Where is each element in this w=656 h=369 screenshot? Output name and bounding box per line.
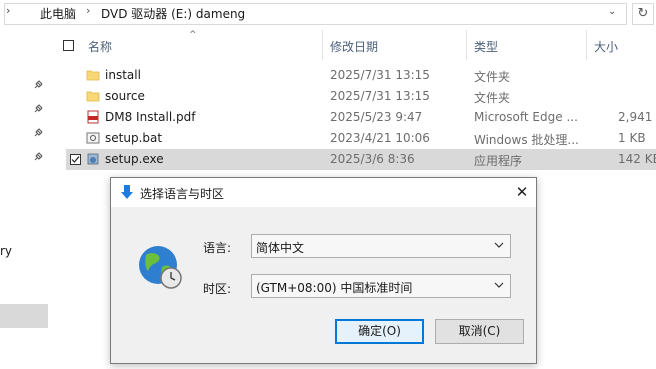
dialog-title: 选择语言与时区: [140, 187, 225, 201]
file-size: 2,941 KB: [618, 110, 656, 124]
language-timezone-dialog: 选择语言与时区 ✕ 语言: 简体中文 时区: (GTM+08:00) 中国标准时…: [110, 177, 537, 364]
folder-icon: [86, 70, 100, 81]
file-date: 2025/7/31 13:15: [330, 89, 430, 103]
file-size: 1 KB: [618, 131, 646, 145]
timezone-label: 时区:: [203, 282, 232, 296]
column-header: 名称 修改日期 类型 大小: [50, 30, 656, 60]
file-date: 2023/4/21 10:06: [330, 131, 430, 145]
file-date: 2025/7/31 13:15: [330, 68, 430, 82]
file-size: 142 KB: [618, 152, 656, 166]
globe-clock-icon: [139, 246, 182, 289]
pin-icon[interactable]: [33, 80, 43, 90]
chevron-down-icon: [494, 282, 504, 288]
file-type: 应用程序: [474, 154, 523, 168]
file-type: 文件夹: [474, 91, 511, 105]
file-type: 文件夹: [474, 70, 511, 84]
column-type[interactable]: 类型: [474, 38, 498, 55]
file-row[interactable]: DM8 Install.pdf 2025/5/23 9:47 Microsoft…: [66, 107, 656, 128]
refresh-icon: ↻: [637, 6, 649, 21]
language-select-value: 简体中文: [256, 241, 305, 255]
ok-button[interactable]: 确定(O): [335, 319, 424, 344]
file-type: Windows 批处理...: [474, 133, 579, 147]
close-icon[interactable]: ✕: [514, 184, 530, 200]
column-name[interactable]: 名称: [88, 38, 112, 55]
column-date[interactable]: 修改日期: [330, 38, 378, 55]
chevron-down-icon: [494, 242, 504, 248]
address-box[interactable]: [4, 3, 627, 25]
pdf-icon: [87, 110, 99, 124]
cancel-button[interactable]: 取消(C): [435, 319, 524, 344]
pin-icon[interactable]: [33, 152, 43, 162]
file-name[interactable]: install: [105, 68, 141, 82]
file-date: 2025/5/23 9:47: [330, 110, 423, 124]
select-all-checkbox[interactable]: [63, 40, 74, 51]
file-row[interactable]: setup.bat 2023/4/21 10:06 Windows 批处理...…: [66, 128, 656, 149]
refresh-button[interactable]: ↻: [632, 3, 654, 25]
nav-item-selected[interactable]: [0, 304, 48, 328]
row-checkbox[interactable]: [70, 154, 81, 165]
breadcrumb-dvd-drive[interactable]: DVD 驱动器 (E:) dameng: [101, 5, 245, 22]
file-type: Microsoft Edge ...: [474, 110, 578, 124]
folder-icon: [86, 91, 100, 102]
chevron-right-icon: ›: [6, 4, 11, 17]
language-label: 语言:: [203, 241, 232, 255]
file-date: 2025/3/6 8:36: [330, 152, 415, 166]
address-bar: › 此电脑 › DVD 驱动器 (E:) dameng ⌄ ↻: [0, 0, 656, 30]
column-divider[interactable]: [586, 30, 587, 60]
column-size[interactable]: 大小: [594, 38, 618, 55]
file-row-selected[interactable]: setup.exe 2025/3/6 8:36 应用程序 142 KB: [66, 149, 656, 170]
column-divider[interactable]: [466, 30, 467, 60]
sort-ascending-icon: ^: [189, 30, 197, 40]
dialog-titlebar[interactable]: 选择语言与时区 ✕: [111, 178, 536, 207]
timezone-select-value: (GTM+08:00) 中国标准时间: [256, 281, 413, 295]
batch-file-icon: [86, 132, 100, 144]
pin-icon[interactable]: [33, 128, 43, 138]
file-name[interactable]: DM8 Install.pdf: [105, 110, 195, 124]
chevron-right-icon: ›: [86, 4, 91, 17]
file-name[interactable]: source: [105, 89, 145, 103]
column-divider[interactable]: [322, 30, 323, 60]
file-row[interactable]: source 2025/7/31 13:15 文件夹: [66, 86, 656, 107]
breadcrumb-this-pc[interactable]: 此电脑: [40, 5, 76, 22]
navigation-pane: ry: [0, 30, 50, 369]
download-arrow-icon: [121, 185, 133, 199]
pin-icon[interactable]: [33, 104, 43, 114]
file-name[interactable]: setup.bat: [105, 131, 162, 145]
timezone-select[interactable]: (GTM+08:00) 中国标准时间: [251, 274, 511, 298]
chevron-down-icon[interactable]: ⌄: [608, 6, 620, 18]
file-row[interactable]: install 2025/7/31 13:15 文件夹: [66, 65, 656, 86]
nav-item-label[interactable]: ry: [0, 244, 12, 258]
checkmark-icon: [71, 156, 80, 163]
language-select[interactable]: 简体中文: [251, 234, 511, 258]
file-name[interactable]: setup.exe: [105, 152, 164, 166]
installer-exe-icon: [87, 153, 99, 165]
